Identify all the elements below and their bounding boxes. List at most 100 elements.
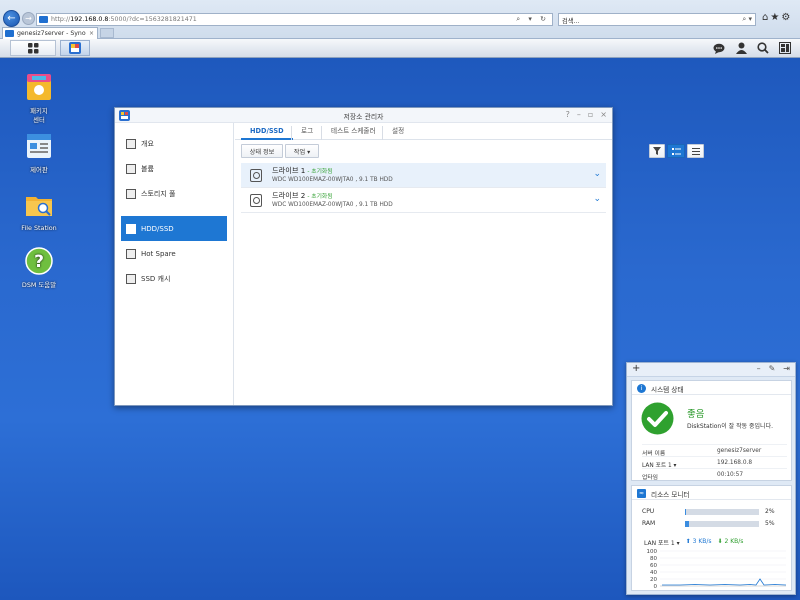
list-view-icon[interactable]	[667, 144, 685, 158]
chart-tick-label: 0	[654, 584, 658, 588]
sidebar: 개요 볼륨 스토리지 풀 HDD/SSD Hot Spare SSD 캐시	[115, 123, 234, 405]
sidebar-item-storage-pool[interactable]: 스토리지 풀	[121, 181, 227, 206]
sidebar-item-hot-spare[interactable]: Hot Spare	[121, 241, 227, 266]
widget-toggle-icon[interactable]	[778, 41, 792, 55]
refresh-icon[interactable]: ⌕ ▾ ↻	[516, 15, 549, 24]
hdd-ssd-icon	[126, 223, 136, 234]
forward-button[interactable]: →	[22, 12, 35, 25]
lan-upload-rate: ⬆ 3 KB/s	[685, 538, 712, 545]
pin-icon[interactable]: ✎	[769, 364, 776, 373]
drive-name: 드라이브 2- 초기화됨	[272, 191, 333, 200]
user-icon[interactable]	[734, 41, 748, 55]
storage-manager-window[interactable]: 저장소 관리자 ? – ▫ × 개요 볼륨 스토리지 풀 HDD/SSD Hot…	[114, 107, 704, 406]
desktop-icon-control-panel[interactable]: 제어판	[12, 131, 66, 175]
card-title: 리소스 모니터	[651, 491, 690, 499]
window-title: 저장소 관리자	[343, 113, 384, 121]
health-status: 좋음	[687, 409, 705, 420]
hot-spare-icon	[126, 248, 136, 259]
drive-name: 드라이브 1- 초기화됨	[272, 166, 333, 175]
window-titlebar[interactable]: 저장소 관리자 ? – ▫ ×	[115, 108, 612, 123]
new-tab-button[interactable]	[100, 28, 114, 38]
lan-traffic: LAN 포트 1 ▾ ⬆ 3 KB/s ⬇ 2 KB/s	[644, 538, 743, 547]
desktop-icon-label: File Station	[21, 224, 57, 232]
chart-tick-label: 60	[650, 563, 657, 569]
search-icon[interactable]	[756, 41, 770, 55]
search-input[interactable]: 검색... ⌕ ▾	[558, 13, 756, 26]
chart-tick-label: 20	[650, 577, 657, 583]
tab-title: genesiz7server - Synology ...	[17, 30, 86, 37]
add-widget-icon[interactable]: +	[632, 363, 640, 374]
notification-chat-icon[interactable]	[712, 41, 726, 55]
compact-view-icon[interactable]	[687, 144, 704, 158]
cpu-usage-fill	[685, 509, 687, 515]
sidebar-item-volume[interactable]: 볼륨	[121, 156, 227, 181]
sidebar-item-label: 개요	[141, 139, 154, 148]
sidebar-item-ssd-cache[interactable]: SSD 캐시	[121, 266, 227, 291]
healthy-checkmark-icon	[641, 402, 674, 435]
taskbar-storage-manager-button[interactable]	[60, 40, 90, 56]
browser-toolbar-icons[interactable]: ⌂★⚙	[762, 12, 792, 23]
close-icon[interactable]: ×	[600, 110, 607, 119]
sidebar-item-hdd-ssd[interactable]: HDD/SSD	[121, 216, 227, 241]
sidebar-item-label: Hot Spare	[141, 249, 176, 258]
address-bar[interactable]: http://192.168.0.8:5000/?dc=156328182147…	[36, 13, 553, 26]
settings-gear-icon[interactable]: ⚙	[781, 12, 792, 23]
drive-row[interactable]: 드라이브 2- 초기화됨 WDC WD100EMAZ-00WJTA0 , 9.1…	[241, 188, 606, 213]
chart-tick-label: 80	[650, 556, 657, 562]
tab-hdd-ssd[interactable]: HDD/SSD	[241, 126, 293, 140]
back-button[interactable]: ←	[3, 10, 20, 27]
minimize-icon[interactable]: –	[577, 110, 581, 119]
browser-chrome: ← → http://192.168.0.8:5000/?dc=15632818…	[0, 0, 800, 39]
info-row-server-name: 서버 이름 genesiz7server	[642, 444, 787, 457]
dsm-taskbar	[0, 39, 800, 58]
search-icon[interactable]: ⌕ ▾	[742, 15, 752, 24]
chevron-down-icon[interactable]: ⌄	[593, 169, 601, 179]
search-placeholder: 검색...	[562, 18, 580, 25]
desktop-icon-package-center[interactable]: 패키지 센터	[12, 72, 66, 125]
widget-settings-icon[interactable]: ⇥	[783, 364, 790, 373]
tab-test-scheduler[interactable]: 테스트 스케줄러	[321, 126, 385, 140]
file-station-icon	[26, 197, 52, 216]
ssd-cache-icon	[126, 273, 136, 284]
tab-settings[interactable]: 설정	[382, 126, 413, 140]
ram-usage-fill	[685, 521, 689, 527]
desktop-icon-dsm-help[interactable]: ? DSM 도움말	[12, 246, 66, 290]
cpu-usage-bar	[685, 509, 759, 515]
widget-panel: + – ✎ ⇥ i 시스템 상태 좋음 DiskStation이 잘 작동 중입…	[626, 362, 796, 595]
site-favicon-icon	[39, 16, 48, 23]
monitor-chart-icon: ≈	[637, 489, 646, 498]
main-menu-button[interactable]	[10, 40, 56, 56]
hard-drive-icon	[250, 169, 262, 182]
overview-icon	[126, 138, 136, 149]
info-row-lan-port[interactable]: LAN 포트 1 ▾ 192.168.0.8	[642, 456, 787, 469]
url-text: http://192.168.0.8:5000/?dc=156328182147…	[51, 16, 197, 23]
drive-status: - 초기화됨	[307, 169, 333, 175]
card-title: 시스템 상태	[651, 386, 684, 394]
tab-log[interactable]: 로그	[291, 126, 322, 140]
tab-favicon-icon	[5, 30, 14, 37]
info-value: 192.168.0.8	[717, 460, 753, 466]
filter-icon[interactable]	[649, 144, 665, 158]
volume-icon	[126, 163, 136, 174]
card-header: ≈ 리소스 모니터	[632, 486, 791, 500]
lan-port-selector[interactable]: LAN 포트 1 ▾	[644, 538, 680, 547]
browser-tab[interactable]: genesiz7server - Synology ... ×	[2, 27, 98, 39]
main-content: HDD/SSD 로그 테스트 스케줄러 설정 상태 정보 작업 ▾ 드라이브 1…	[235, 123, 704, 405]
chevron-down-icon[interactable]: ⌄	[593, 194, 601, 204]
help-icon[interactable]: ?	[566, 110, 570, 119]
favorites-star-icon[interactable]: ★	[770, 12, 781, 23]
tab-close-icon[interactable]: ×	[86, 30, 97, 37]
drive-row[interactable]: 드라이브 1- 초기화됨 WDC WD100EMAZ-00WJTA0 , 9.1…	[241, 163, 606, 188]
sidebar-item-overview[interactable]: 개요	[121, 131, 227, 156]
minimize-icon[interactable]: –	[757, 364, 761, 373]
window-controls: ? – ▫ ×	[566, 110, 607, 119]
hard-drive-icon	[250, 194, 262, 207]
status-info-button[interactable]: 상태 정보	[241, 144, 283, 158]
desktop-icon-file-station[interactable]: File Station	[12, 189, 66, 233]
sidebar-item-label: 볼륨	[141, 164, 154, 173]
cpu-percent: 2%	[765, 508, 775, 515]
widget-controls: – ✎ ⇥	[757, 364, 790, 373]
operation-dropdown-button[interactable]: 작업 ▾	[285, 144, 319, 158]
maximize-icon[interactable]: ▫	[588, 110, 593, 119]
widget-toolbar: + – ✎ ⇥	[627, 363, 795, 377]
